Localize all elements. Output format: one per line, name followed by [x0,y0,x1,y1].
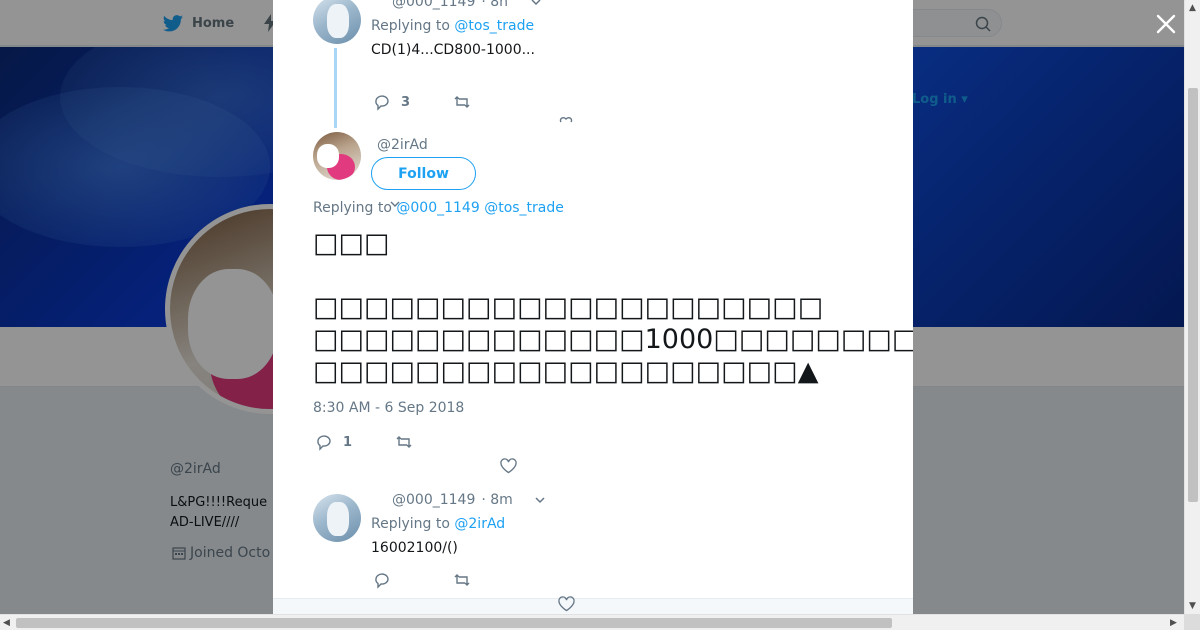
replying-to: Replying to @000_1149 @tos_trade [313,200,564,216]
mention-link[interactable]: @tos_trade [484,200,564,216]
modal-footer [273,598,913,614]
heart-icon[interactable] [559,116,573,124]
mention-link[interactable]: @000_1149 [396,200,479,216]
chevron-down-icon[interactable] [530,0,541,7]
horizontal-scrollbar[interactable]: ◀ ▶ [0,614,1184,630]
retweet-button[interactable] [395,433,413,451]
scroll-up-arrow[interactable]: ▲ [1189,3,1196,13]
reply-count: 3 [401,94,411,110]
tweet-time[interactable]: 8h [490,0,508,10]
vertical-scroll-thumb[interactable] [1188,88,1198,502]
mention-link[interactable]: @tos_trade [454,18,534,34]
main-tweet-handle[interactable]: @2irAd [377,137,428,153]
retweet-icon [454,574,470,586]
tweet-text: 16002100/() [371,540,458,556]
scrollbar-corner [1184,614,1200,630]
chevron-down-icon[interactable] [535,495,545,505]
tweet-avatar[interactable] [313,0,361,44]
vertical-scrollbar[interactable]: ▲ ▼ [1184,0,1200,614]
reply-icon [375,573,389,589]
tweet-header: @000_1149 · 8m [392,492,545,508]
tweet-modal: @000_1149 · 8h Replying to @tos_trade CD(… [273,0,913,614]
reply-button[interactable]: 3 [373,93,453,111]
heart-icon[interactable] [558,596,575,612]
tweet-avatar[interactable] [313,494,361,542]
scroll-right-arrow[interactable]: ▶ [1170,618,1177,628]
thread-line [334,48,337,128]
tweet-handle[interactable]: @000_1149 [392,0,475,10]
reply-button[interactable] [373,571,453,589]
tweet-avatar[interactable] [313,132,361,180]
close-icon[interactable] [1154,12,1178,36]
horizontal-scroll-thumb[interactable] [16,618,892,628]
scroll-down-arrow[interactable]: ▼ [1189,601,1196,611]
tweet-actions [373,571,471,589]
reply-icon [317,435,331,451]
replying-to: Replying to @tos_trade [371,18,535,34]
tweet-text: CD(1)4...CD800-1000... [371,42,535,58]
reply-icon [375,95,389,111]
retweet-icon [396,436,412,448]
tweet-actions: 1 [315,433,413,451]
tweet-handle[interactable]: @000_1149 [392,492,475,508]
retweet-button[interactable] [453,571,471,589]
follow-button[interactable]: Follow [371,157,476,190]
tweet-time[interactable]: 8m [490,492,513,508]
tweet-actions: 3 [373,93,471,111]
main-tweet-text: □□□ □□□□□□□□□□□□□□□□□□□□ □□□□□□□□□□□□□10… [313,228,913,387]
reply-count: 1 [343,434,353,450]
scroll-left-arrow[interactable]: ◀ [3,618,10,628]
reply-button[interactable]: 1 [315,433,395,451]
tweet-header: @000_1149 · 8h [392,0,541,10]
main-tweet-timestamp[interactable]: 8:30 AM - 6 Sep 2018 [313,400,464,416]
mention-link[interactable]: @2irAd [454,516,505,532]
heart-icon[interactable] [500,458,517,474]
retweet-icon [454,96,470,108]
retweet-button[interactable] [453,93,471,111]
replying-to: Replying to @2irAd [371,516,506,532]
